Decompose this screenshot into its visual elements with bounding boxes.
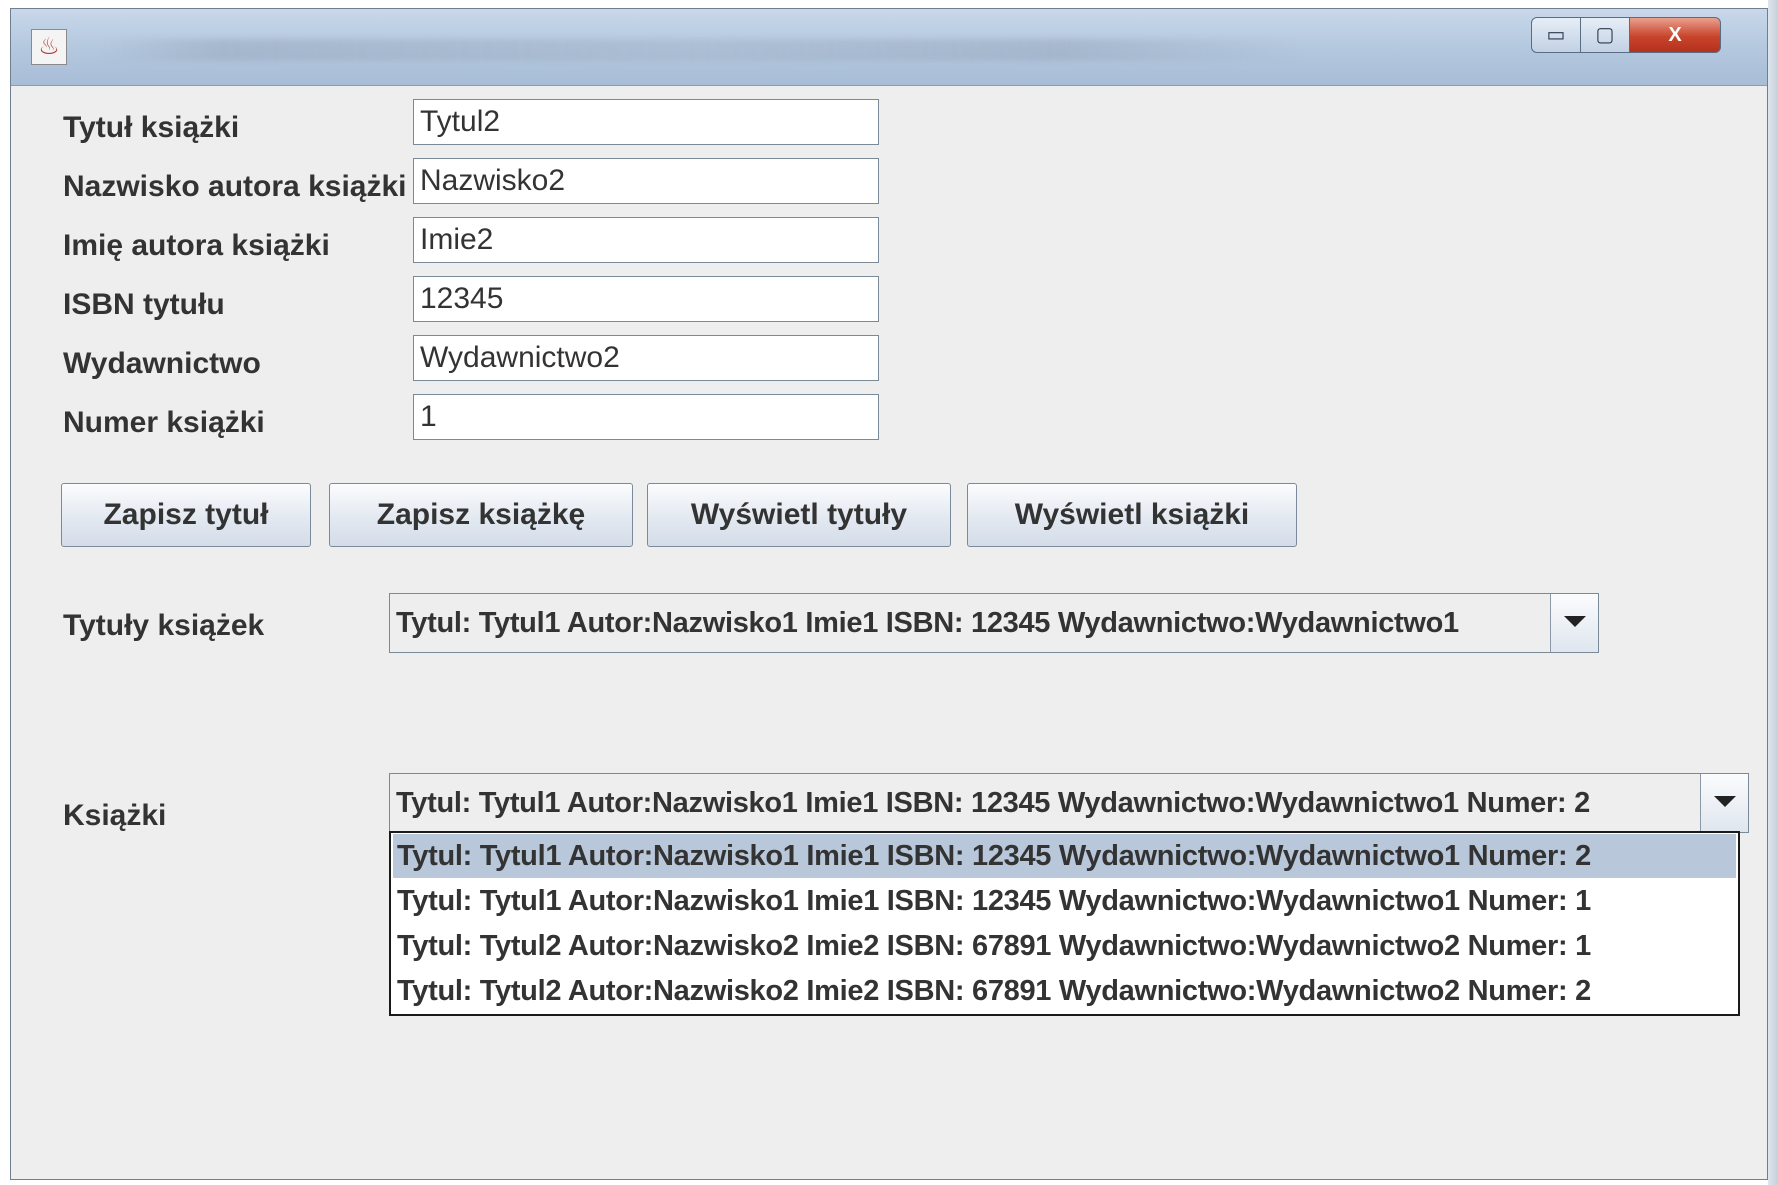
- books-combo-arrow[interactable]: [1700, 774, 1748, 832]
- titles-combo-label: Tytuły książek: [63, 609, 265, 642]
- titles-combo-value: Tytul: Tytul1 Autor:Nazwisko1 Imie1 ISBN…: [396, 607, 1459, 639]
- chevron-down-icon: [1564, 616, 1586, 627]
- list-item[interactable]: Tytul: Tytul1 Autor:Nazwisko1 Imie1 ISBN…: [393, 834, 1736, 878]
- title-bar[interactable]: ♨ ▭ ▢ X: [11, 9, 1767, 86]
- list-item[interactable]: Tytul: Tytul1 Autor:Nazwisko1 Imie1 ISBN…: [393, 879, 1736, 923]
- book-number-field[interactable]: [413, 394, 879, 440]
- firstname-field[interactable]: [413, 217, 879, 263]
- books-combo-label: Książki: [63, 799, 167, 832]
- chevron-down-icon: [1714, 796, 1736, 807]
- java-app-icon[interactable]: ♨: [31, 29, 67, 65]
- save-book-button[interactable]: Zapisz książkę: [329, 483, 633, 547]
- surname-field[interactable]: [413, 158, 879, 204]
- isbn-field[interactable]: [413, 276, 879, 322]
- title-label: Tytuł książki: [63, 111, 240, 144]
- isbn-label: ISBN tytułu: [63, 288, 225, 321]
- close-button[interactable]: X: [1629, 17, 1721, 53]
- titles-combo[interactable]: Tytul: Tytul1 Autor:Nazwisko1 Imie1 ISBN…: [389, 593, 1599, 653]
- show-titles-button[interactable]: Wyświetl tytuły: [647, 483, 951, 547]
- books-combo-value: Tytul: Tytul1 Autor:Nazwisko1 Imie1 ISBN…: [396, 787, 1590, 819]
- surname-label: Nazwisko autora książki: [63, 170, 407, 203]
- publisher-field[interactable]: [413, 335, 879, 381]
- books-dropdown-list: Tytul: Tytul1 Autor:Nazwisko1 Imie1 ISBN…: [389, 831, 1740, 1016]
- show-books-button[interactable]: Wyświetl książki: [967, 483, 1297, 547]
- maximize-button[interactable]: ▢: [1580, 17, 1630, 53]
- titles-combo-arrow[interactable]: [1550, 594, 1598, 652]
- save-title-button[interactable]: Zapisz tytuł: [61, 483, 311, 547]
- blurred-title-area: [101, 39, 1301, 61]
- app-window: ♨ ▭ ▢ X Tytuł książki Nazwisko autora ks…: [10, 8, 1768, 1180]
- firstname-label: Imię autora książki: [63, 229, 330, 262]
- list-item[interactable]: Tytul: Tytul2 Autor:Nazwisko2 Imie2 ISBN…: [393, 969, 1736, 1013]
- desktop-edge: [1768, 0, 1778, 1185]
- publisher-label: Wydawnictwo: [63, 347, 261, 380]
- books-combo[interactable]: Tytul: Tytul1 Autor:Nazwisko1 Imie1 ISBN…: [389, 773, 1749, 833]
- title-field[interactable]: [413, 99, 879, 145]
- minimize-button[interactable]: ▭: [1531, 17, 1581, 53]
- list-item[interactable]: Tytul: Tytul2 Autor:Nazwisko2 Imie2 ISBN…: [393, 924, 1736, 968]
- book-number-label: Numer książki: [63, 406, 265, 439]
